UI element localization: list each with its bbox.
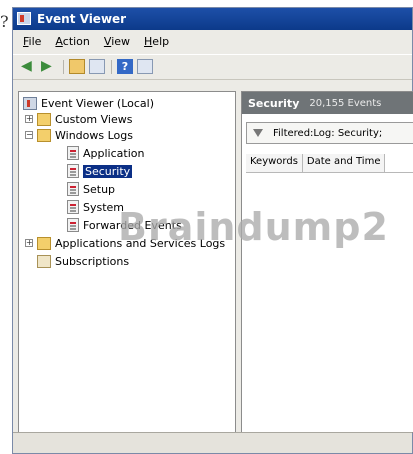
column-headers: Keywords Date and Time [246,154,413,173]
tree-item-label: Setup [83,182,116,196]
filter-funnel-icon [253,129,263,137]
tree-item-label: Custom Views [55,112,133,126]
menu-view[interactable]: View [104,35,130,48]
properties-icon[interactable] [89,59,105,74]
log-icon [67,164,79,178]
log-icon [67,200,79,214]
menu-file[interactable]: File [23,35,41,48]
log-icon [67,146,79,160]
filter-bar: Filtered:Log: Security; [246,122,413,144]
show-hide-pane-icon[interactable] [137,59,153,74]
tree-item-label: Forwarded Events [83,218,182,232]
tree-item-label: Application [83,146,145,160]
results-pane: Security 20,155 Events Filtered:Log: Sec… [241,91,413,433]
tree-root[interactable]: Event Viewer (Local) [23,95,154,111]
tree-item-setup[interactable]: Setup [67,181,115,197]
tree-item-windows-logs[interactable]: − Windows Logs [25,127,133,143]
collapse-icon[interactable]: − [25,131,33,139]
folder-icon [37,128,51,142]
forward-arrow-icon[interactable]: ▶ [41,59,57,74]
folder-icon [37,112,51,126]
log-icon [67,182,79,196]
tree-item-forwarded-events[interactable]: Forwarded Events [67,217,182,233]
tree-item-subscriptions[interactable]: Subscriptions [37,253,129,269]
tree-item-label: Security [83,164,133,178]
log-title: Security [248,96,300,110]
console-tree: Event Viewer (Local) + Custom Views − Wi… [18,91,236,433]
column-date-time[interactable]: Date and Time [302,154,386,172]
tree-item-label: Windows Logs [55,128,133,142]
tree-root-label: Event Viewer (Local) [41,96,154,110]
menu-action[interactable]: Action [55,35,89,48]
tree-item-custom-views[interactable]: + Custom Views [25,111,132,127]
toolbar-separator [111,60,112,74]
tree-item-system[interactable]: System [67,199,124,215]
tree-item-security[interactable]: Security [67,163,133,179]
tree-item-label: Applications and Services Logs [55,236,226,250]
tree-item-label: System [83,200,125,214]
column-keywords[interactable]: Keywords [246,154,303,172]
expand-icon[interactable]: + [25,239,33,247]
subscriptions-icon [37,254,51,268]
event-viewer-icon [23,96,37,110]
event-count: 20,155 Events [309,97,382,109]
back-arrow-icon[interactable]: ◀ [21,59,37,74]
toolbar-separator [63,60,64,74]
menu-bar: File Action View Help [13,31,412,51]
results-header: Security 20,155 Events [242,92,413,114]
tree-item-label: Subscriptions [55,254,130,268]
help-icon[interactable]: ? [117,59,133,74]
event-viewer-app-icon [17,12,31,25]
up-folder-icon[interactable] [69,59,85,74]
status-bar [13,432,412,453]
toolbar: ◀ ▶ ? [13,54,412,80]
tree-item-application[interactable]: Application [67,145,144,161]
filter-text: Filtered:Log: Security; [273,127,383,139]
log-icon [67,218,79,232]
event-viewer-window: Event Viewer File Action View Help ◀ ▶ ?… [12,7,413,454]
menu-help[interactable]: Help [144,35,169,48]
question-mark: ? [0,12,9,31]
window-title: Event Viewer [37,12,127,26]
expand-icon[interactable]: + [25,115,33,123]
folder-icon [37,236,51,250]
title-bar[interactable]: Event Viewer [13,8,412,30]
tree-item-applications-services[interactable]: + Applications and Services Logs [25,235,225,251]
